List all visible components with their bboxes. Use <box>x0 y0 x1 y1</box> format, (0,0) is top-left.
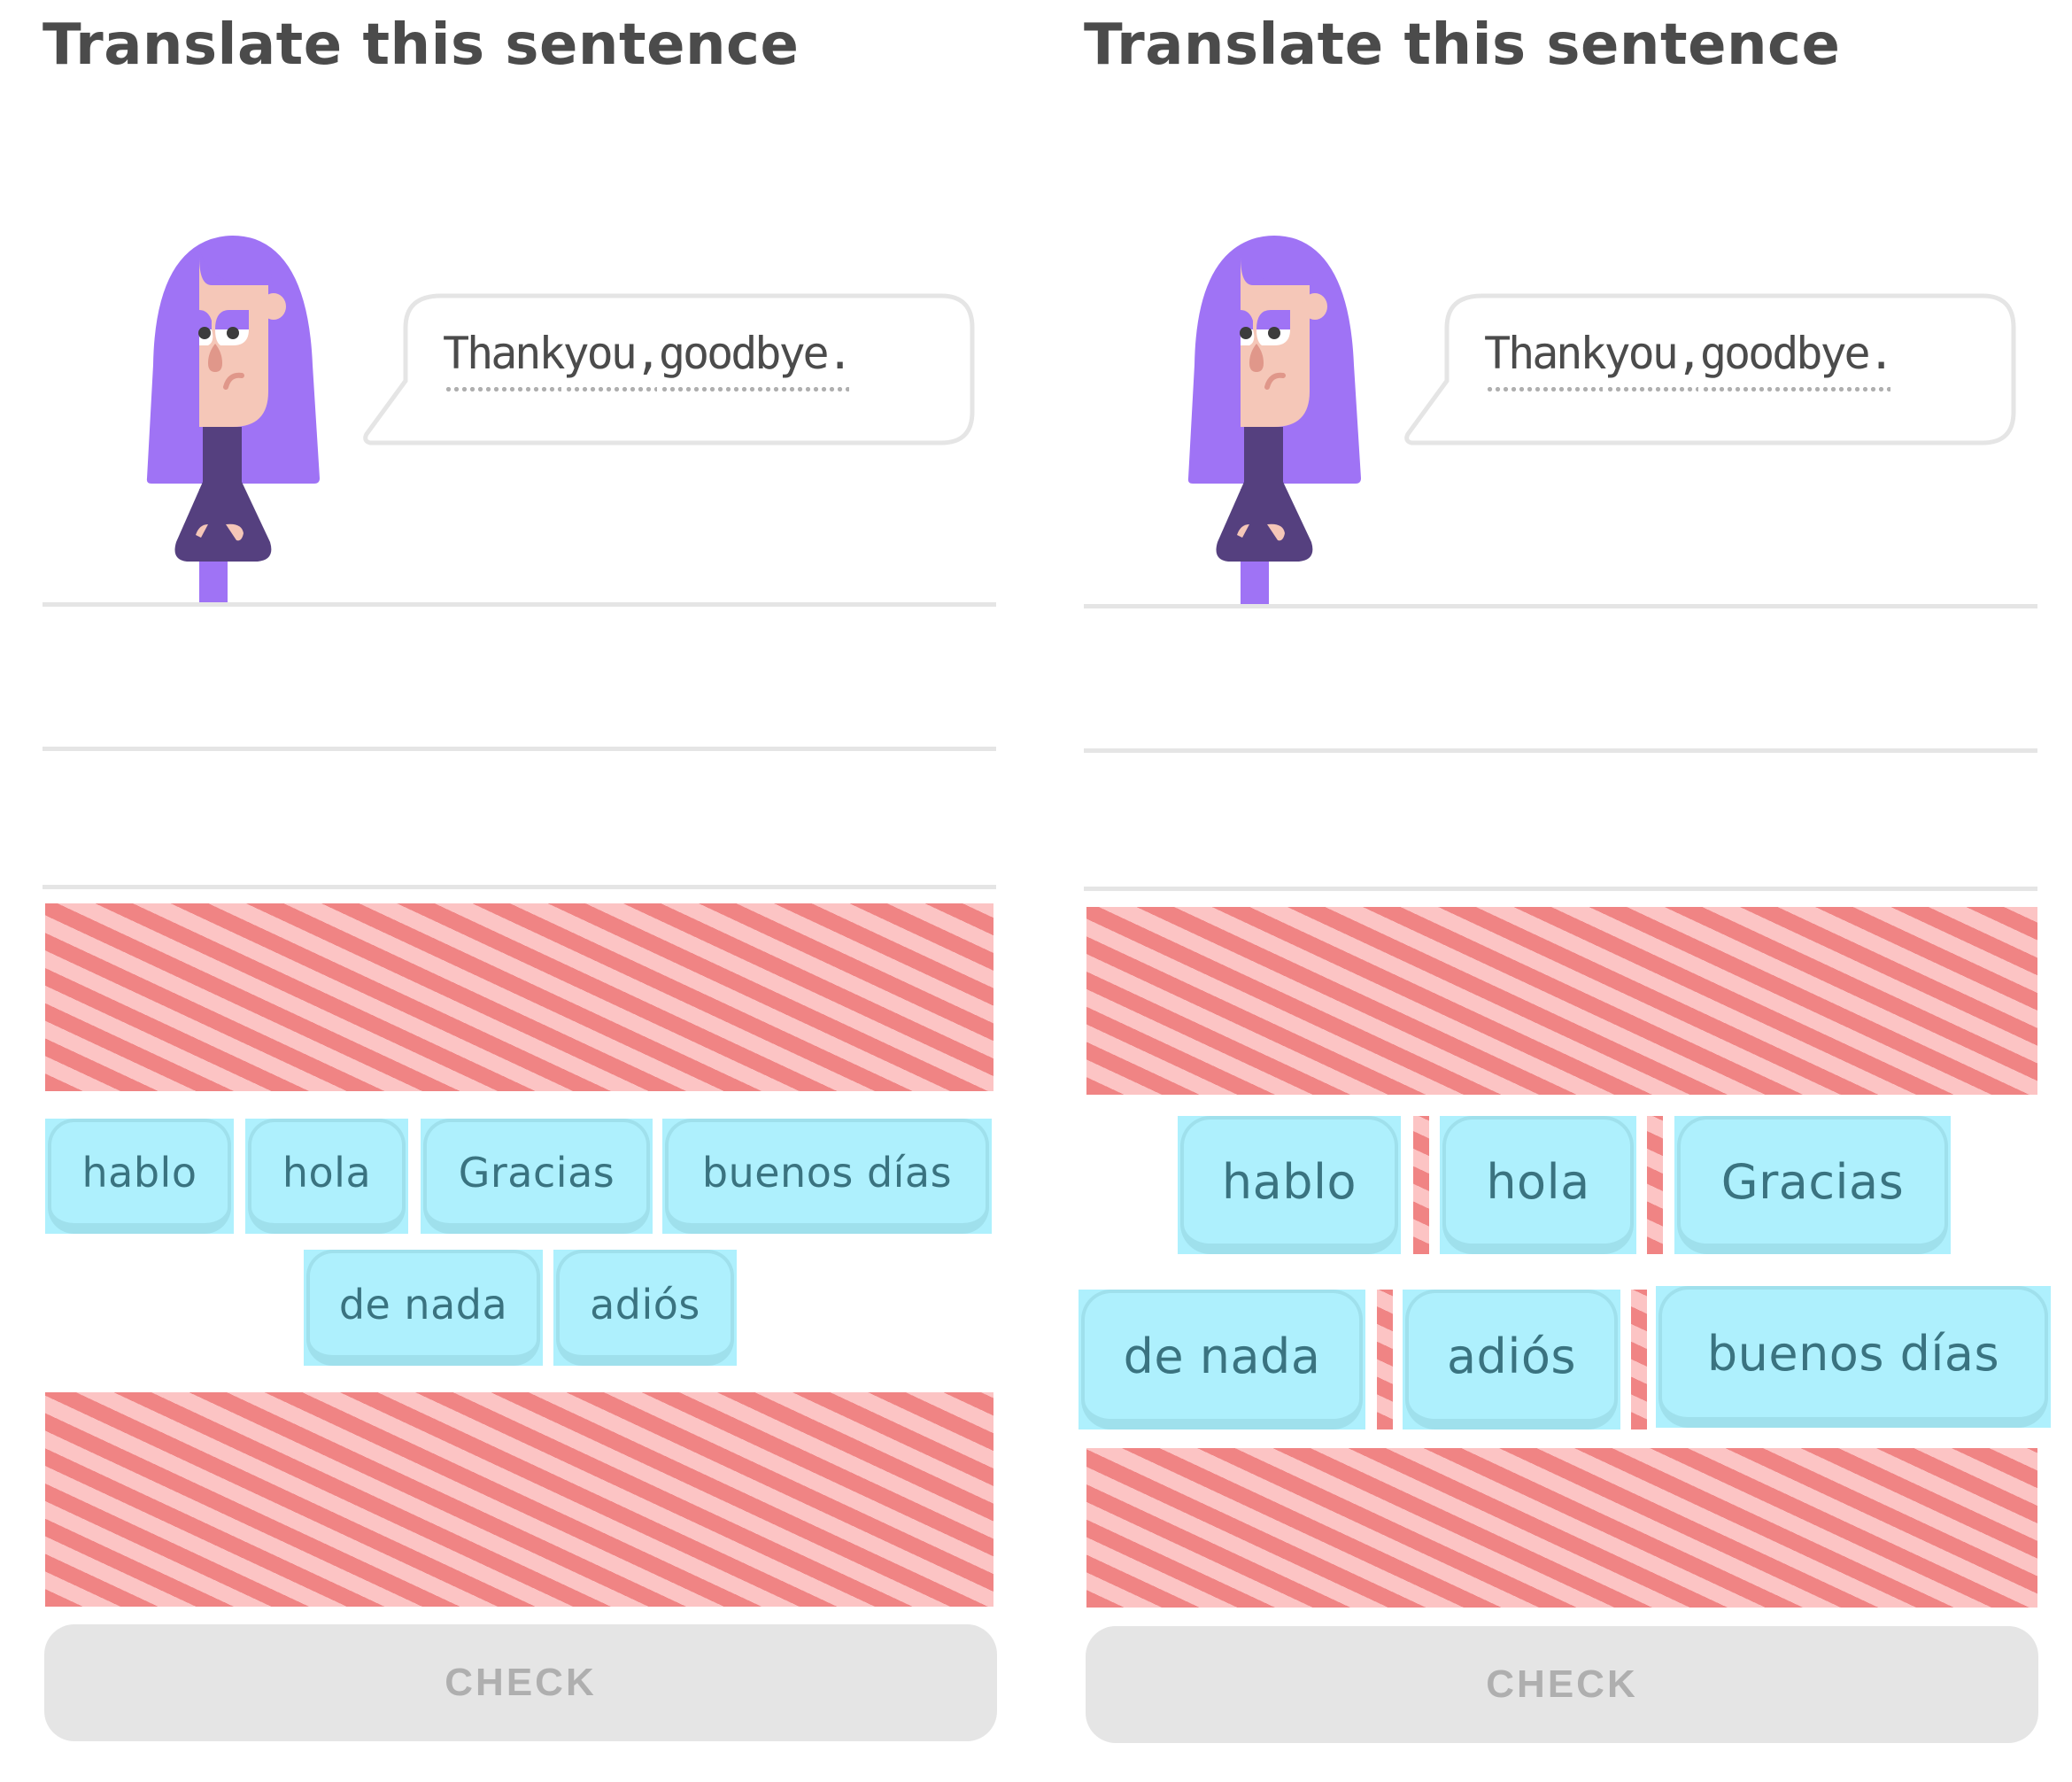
check-button[interactable]: CHECK <box>1086 1626 2038 1743</box>
check-button-label: CHECK <box>445 1661 597 1704</box>
word-tile[interactable]: Gracias <box>1677 1116 1948 1254</box>
overlay-hatched-region <box>1086 907 2037 1095</box>
word-tile[interactable]: hablo <box>48 1119 231 1234</box>
word-tile-slot: hola <box>1440 1116 1636 1254</box>
word-tile-label: hablo <box>81 1149 197 1197</box>
word-tile[interactable]: hablo <box>1180 1116 1398 1254</box>
word-tile-label: de nada <box>338 1280 508 1329</box>
answer-line-divider <box>1084 604 2037 608</box>
overlay-hatched-region <box>45 1392 993 1607</box>
speech-bubble: Thank you, goodbye. <box>1403 292 2018 446</box>
word-tile[interactable]: hola <box>248 1119 406 1234</box>
word-tile-slot: Gracias <box>421 1119 653 1234</box>
page-title: Translate this sentence <box>43 12 800 78</box>
hint-word[interactable]: goodbye. <box>1700 328 1895 391</box>
word-tile-label: buenos días <box>1706 1325 2000 1382</box>
word-tile-label: hola <box>282 1149 372 1197</box>
word-tile[interactable]: adiós <box>556 1250 734 1366</box>
word-tile-slot: buenos días <box>1656 1286 2051 1428</box>
word-tile-slot: hablo <box>1178 1116 1401 1254</box>
word-tile[interactable]: hola <box>1442 1116 1634 1254</box>
hint-word[interactable]: goodbye. <box>659 328 854 391</box>
speech-bubble: Thank you, goodbye. <box>361 292 977 446</box>
word-tile-slot: buenos días <box>662 1119 992 1234</box>
word-tile-label: de nada <box>1123 1328 1321 1384</box>
word-tile-slot: de nada <box>1079 1290 1365 1429</box>
answer-line-divider <box>1084 748 2037 753</box>
character-lily-avatar <box>144 232 348 604</box>
word-tile-slot: de nada <box>304 1250 543 1366</box>
overlay-hatched-gap <box>1631 1290 1647 1429</box>
answer-line-divider <box>43 602 996 607</box>
word-tile-label: Gracias <box>1720 1153 1905 1210</box>
word-tile-label: buenos días <box>701 1149 953 1197</box>
word-tile[interactable]: de nada <box>1081 1290 1363 1429</box>
hint-word[interactable]: Thank <box>1484 328 1607 391</box>
overlay-hatched-region <box>1086 1448 2037 1608</box>
word-tile[interactable]: de nada <box>306 1250 540 1366</box>
check-button-label: CHECK <box>1486 1662 1638 1706</box>
word-tile[interactable]: buenos días <box>1658 1286 2048 1428</box>
check-button[interactable]: CHECK <box>44 1624 997 1741</box>
word-tile-slot: adiós <box>1403 1290 1620 1429</box>
prompt-sentence: Thank you, goodbye. <box>1484 328 1895 391</box>
character-lily-avatar <box>1186 232 1389 604</box>
word-tile[interactable]: adiós <box>1405 1290 1618 1429</box>
overlay-hatched-region <box>45 903 993 1091</box>
word-tile[interactable]: buenos días <box>665 1119 989 1234</box>
word-tile-label: adiós <box>590 1280 700 1329</box>
prompt-sentence: Thank you, goodbye. <box>443 328 854 391</box>
overlay-hatched-gap <box>1647 1116 1663 1254</box>
exercise-panel-left: Translate this sentence Thankyou,goodbye… <box>43 0 999 1782</box>
word-tile[interactable]: Gracias <box>423 1119 650 1234</box>
hint-word[interactable]: you, <box>563 328 661 391</box>
word-tile-slot: hola <box>245 1119 408 1234</box>
word-tile-label: hablo <box>1221 1153 1357 1210</box>
answer-line-divider <box>43 747 996 751</box>
word-tile-slot: Gracias <box>1674 1116 1951 1254</box>
page-title: Translate this sentence <box>1084 12 1841 78</box>
word-tile-slot: hablo <box>45 1119 234 1234</box>
exercise-panel-right: Translate this sentence Thank you,goodby… <box>1079 0 2051 1782</box>
answer-line-divider <box>43 885 996 889</box>
hint-word[interactable]: you, <box>1604 328 1703 391</box>
word-tile-label: Gracias <box>458 1149 615 1197</box>
overlay-hatched-gap <box>1413 1116 1429 1254</box>
word-tile-label: hola <box>1486 1153 1590 1210</box>
overlay-hatched-gap <box>1377 1290 1393 1429</box>
word-tile-label: adiós <box>1446 1328 1577 1384</box>
answer-line-divider <box>1084 887 2037 891</box>
hint-word[interactable]: Thank <box>443 328 566 391</box>
word-tile-slot: adiós <box>553 1250 737 1366</box>
